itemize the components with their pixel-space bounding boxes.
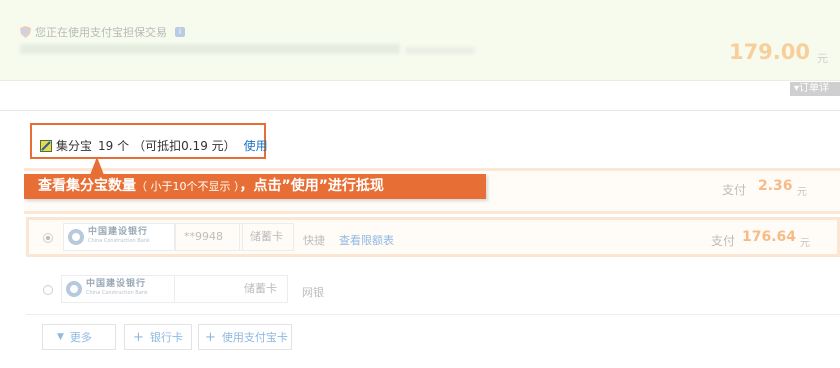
order-banner: [0, 0, 840, 81]
order-detail-toggle[interactable]: ▾订单详: [790, 82, 840, 96]
bank-name-en: China Construction Bank: [88, 238, 150, 244]
guarantee-notice-text: 您正在使用支付宝担保交易: [35, 26, 167, 39]
order-currency: 元: [817, 52, 828, 65]
ccb-logo-icon: [68, 229, 84, 245]
jifen-row: 集分宝 19 个 （可抵扣0.19 元） 使用: [40, 137, 268, 154]
add-bank-card-button[interactable]: + 银行卡: [124, 324, 192, 350]
ccb-logo-icon: [66, 281, 82, 297]
callout-prefix: 查看集分宝数量: [38, 178, 136, 194]
bank-name-cn: 中国建设银行: [86, 279, 147, 289]
jifen-deduct: （可抵扣0.19 元）: [133, 139, 236, 153]
bank-option-ccb-quick[interactable]: 中国建设银行 China Construction Bank **9948 储蓄…: [26, 217, 840, 257]
jifen-use-link[interactable]: 使用: [244, 137, 268, 154]
card-number: **9948: [175, 223, 243, 251]
jifen-pay-label: 支付: [722, 183, 747, 197]
bank-radio-selected[interactable]: [43, 233, 53, 243]
jifen-pay-amount: 2.36: [758, 178, 793, 194]
guarantee-notice: 您正在使用支付宝担保交易 i: [20, 24, 185, 40]
order-title-blurred: [20, 44, 400, 54]
ccb-logo: 中国建设银行 China Construction Bank: [63, 223, 175, 251]
pay-method: 快捷: [303, 234, 325, 247]
card-type: 储蓄卡: [174, 275, 288, 303]
order-detail-label: 订单详: [799, 83, 830, 94]
bank-name-cn: 中国建设银行: [88, 227, 149, 237]
bank-radio[interactable]: [43, 285, 53, 295]
jifen-name: 集分宝: [56, 139, 93, 153]
callout-suffix: ，点击”使用”进行抵现: [239, 178, 384, 194]
divider: [26, 314, 840, 315]
card-type: 储蓄卡: [239, 223, 294, 251]
bank-name-en: China Construction Bank: [86, 290, 148, 296]
info-icon[interactable]: i: [175, 27, 185, 37]
jifen-icon: [40, 139, 52, 152]
jifen-count: 19 个: [98, 139, 130, 153]
tutorial-callout: 查看集分宝数量（ 小于10个不显示 ），点击”使用”进行抵现: [24, 174, 486, 199]
bank-pay-currency: 元: [800, 238, 810, 249]
more-button[interactable]: ▼ 更多: [42, 324, 116, 350]
plus-icon: +: [205, 329, 216, 345]
alipay-card-button[interactable]: + 使用支付宝卡: [198, 324, 292, 350]
more-label: 更多: [69, 331, 92, 344]
shield-icon: [20, 26, 31, 38]
order-meta-blurred: [405, 47, 475, 54]
order-amount: 179.00: [728, 40, 810, 64]
limit-table-link[interactable]: 查看限额表: [339, 232, 394, 248]
callout-note: （ 小于10个不显示 ）: [136, 180, 240, 193]
triangle-down-icon: ▼: [57, 332, 64, 342]
jifen-pay-currency: 元: [797, 187, 807, 198]
plus-icon: +: [133, 329, 144, 345]
bank-pay-label: 支付: [711, 234, 736, 248]
callout-pointer: [90, 157, 104, 175]
add-bank-card-label: 银行卡: [149, 331, 183, 344]
pay-method: 网银: [302, 286, 324, 299]
ccb-logo: 中国建设银行 China Construction Bank: [61, 275, 175, 303]
bank-option-ccb-online[interactable]: 中国建设银行 China Construction Bank 储蓄卡 网银: [26, 271, 840, 311]
alipay-card-label: 使用支付宝卡: [221, 331, 288, 344]
bank-pay-amount: 176.64: [742, 229, 797, 245]
